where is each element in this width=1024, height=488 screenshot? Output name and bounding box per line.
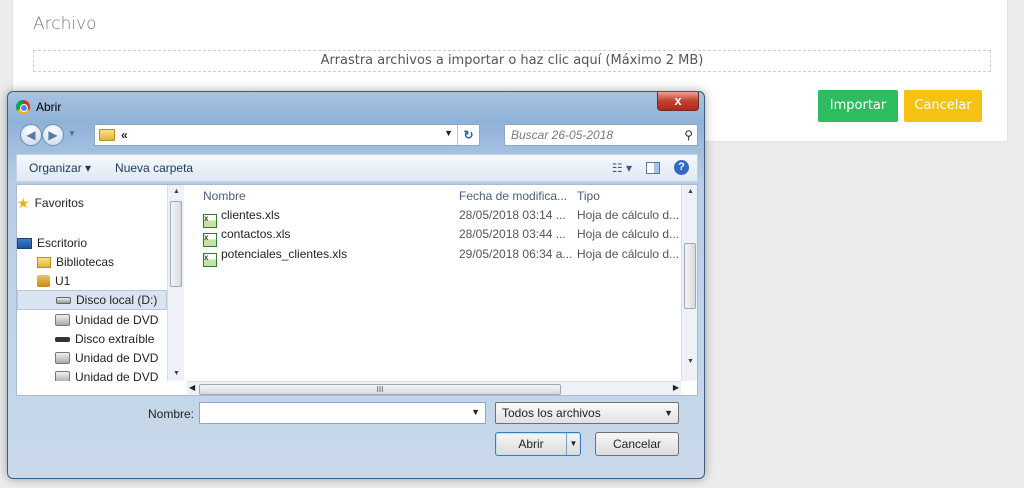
scrollbar-thumb[interactable] — [170, 201, 182, 287]
open-options-dropdown-icon[interactable]: ▼ — [566, 433, 580, 455]
dvd-icon — [55, 352, 70, 364]
dialog-close-button[interactable]: x — [657, 92, 699, 111]
nav-item-dvd-3[interactable]: Unidad de DVD — [55, 367, 167, 381]
excel-file-icon: x — [203, 253, 217, 267]
nav-item-label: Bibliotecas — [56, 255, 115, 269]
removable-drive-icon — [55, 336, 70, 342]
nav-item-dvd-1[interactable]: Unidad de DVD — [55, 310, 167, 330]
import-button[interactable]: Importar — [818, 90, 898, 122]
dialog-title: Abrir — [36, 100, 62, 114]
nav-item-favoritos[interactable]: ★ Favoritos — [17, 193, 167, 213]
excel-file-icon: x — [203, 233, 217, 247]
column-header-type[interactable]: Tipo — [577, 189, 600, 203]
dvd-icon — [55, 314, 70, 326]
cancel-button[interactable]: Cancelar — [904, 90, 982, 122]
nav-item-disco-local[interactable]: Disco local (D:) — [17, 290, 167, 310]
nav-item-label: Disco local (D:) — [76, 293, 158, 307]
nav-item-label: U1 — [55, 274, 71, 288]
file-name: potenciales_clientes.xls — [221, 247, 348, 261]
scroll-down-icon[interactable]: ▼ — [682, 355, 697, 369]
file-date: 28/05/2018 03:44 ... — [459, 227, 566, 241]
file-row[interactable]: x potenciales_clientes.xls 29/05/2018 06:… — [187, 246, 680, 267]
scrollbar-thumb[interactable]: III — [199, 384, 561, 395]
file-list-horizontal-scrollbar[interactable]: ◀ III ▶ — [187, 381, 681, 395]
open-file-dialog: Abrir x ◀ ▶ ▼ « ▼ ↻ Buscar 26-05-2018 ⚲ … — [7, 91, 705, 479]
filename-dropdown-icon[interactable]: ▼ — [471, 407, 480, 417]
scroll-up-icon[interactable]: ▲ — [682, 185, 697, 199]
scroll-down-icon[interactable]: ▼ — [168, 367, 185, 381]
user-icon — [37, 275, 50, 287]
search-placeholder: Buscar 26-05-2018 — [511, 128, 614, 142]
star-icon: ★ — [17, 194, 30, 211]
organize-menu[interactable]: Organizar ▾ — [17, 161, 103, 175]
preview-pane-icon[interactable] — [646, 161, 660, 174]
file-list: Nombre Fecha de modifica... Tipo x client… — [187, 185, 679, 381]
dialog-titlebar: Abrir — [16, 98, 61, 116]
file-dropzone[interactable]: Arrastra archivos a importar o haz clic … — [33, 50, 991, 72]
filetype-select[interactable]: Todos los archivos ▼ — [495, 402, 679, 424]
nav-item-disco-extraible[interactable]: Disco extraíble — [55, 329, 167, 349]
navigation-bar: ◀ ▶ ▼ « ▼ ↻ Buscar 26-05-2018 ⚲ — [16, 122, 698, 148]
nav-item-u1[interactable]: U1 — [37, 271, 167, 291]
filetype-dropdown-icon: ▼ — [664, 408, 673, 418]
file-name: clientes.xls — [221, 208, 280, 222]
library-icon — [37, 256, 51, 268]
scrollbar-thumb[interactable] — [684, 243, 696, 309]
nav-item-label: Disco extraíble — [75, 332, 155, 346]
navigation-pane: ★ Favoritos Escritorio Bibliotecas U1 Di… — [17, 185, 173, 381]
nav-item-label: Unidad de DVD — [75, 313, 159, 327]
navigation-scrollbar[interactable]: ▲ ▼ — [167, 185, 184, 381]
open-button-label: Abrir — [518, 437, 544, 451]
file-row[interactable]: x contactos.xls 28/05/2018 03:44 ... Hoja… — [187, 226, 680, 247]
column-header-name[interactable]: Nombre — [203, 189, 246, 203]
file-date: 28/05/2018 03:14 ... — [459, 208, 566, 222]
filetype-value: Todos los archivos — [502, 406, 601, 420]
history-buttons: ◀ ▶ ▼ — [20, 124, 86, 146]
file-row[interactable]: x clientes.xls 28/05/2018 03:14 ... Hoja … — [187, 207, 680, 228]
chrome-icon — [16, 100, 30, 114]
recent-locations-dropdown-icon[interactable]: ▼ — [68, 129, 76, 138]
filename-label: Nombre: — [148, 407, 195, 421]
forward-button[interactable]: ▶ — [42, 124, 64, 146]
open-button[interactable]: Abrir ▼ — [495, 432, 581, 456]
folder-icon — [99, 129, 115, 141]
desktop-icon — [17, 237, 32, 249]
help-icon[interactable]: ? — [674, 160, 689, 175]
view-options-icon[interactable]: ☷ ▾ — [612, 161, 632, 175]
dvd-icon — [55, 371, 70, 381]
search-input[interactable]: Buscar 26-05-2018 ⚲ — [504, 124, 698, 146]
scroll-left-icon[interactable]: ◀ — [189, 383, 195, 392]
address-bar[interactable]: « ▼ ↻ — [94, 124, 480, 146]
nav-item-dvd-2[interactable]: Unidad de DVD — [55, 348, 167, 368]
file-type: Hoja de cálculo d... — [577, 208, 680, 222]
address-dropdown-icon[interactable]: ▼ — [444, 128, 453, 138]
filename-input[interactable]: ▼ — [199, 402, 486, 424]
scroll-right-icon[interactable]: ▶ — [673, 383, 679, 392]
file-type: Hoja de cálculo d... — [577, 247, 680, 261]
address-text: « — [121, 128, 128, 142]
nav-item-label: Escritorio — [37, 236, 88, 250]
file-list-vertical-scrollbar[interactable]: ▲ ▼ — [681, 185, 697, 381]
nav-item-label: Unidad de DVD — [75, 351, 159, 365]
nav-item-label: Favoritos — [34, 196, 84, 210]
dialog-body: ★ Favoritos Escritorio Bibliotecas U1 Di… — [16, 184, 698, 396]
drive-icon — [56, 296, 71, 304]
nav-item-label: Unidad de DVD — [75, 370, 159, 381]
scroll-up-icon[interactable]: ▲ — [168, 185, 185, 199]
nav-item-bibliotecas[interactable]: Bibliotecas — [37, 252, 167, 272]
dialog-cancel-button[interactable]: Cancelar — [595, 432, 679, 456]
file-date: 29/05/2018 06:34 a... — [459, 247, 573, 261]
nav-item-escritorio[interactable]: Escritorio — [17, 233, 167, 253]
column-header-date[interactable]: Fecha de modifica... — [459, 189, 567, 203]
new-folder-button[interactable]: Nueva carpeta — [103, 161, 205, 175]
file-name: contactos.xls — [221, 227, 291, 241]
file-type: Hoja de cálculo d... — [577, 227, 680, 241]
refresh-icon[interactable]: ↻ — [457, 125, 479, 145]
search-icon[interactable]: ⚲ — [684, 125, 693, 145]
back-button[interactable]: ◀ — [20, 124, 42, 146]
card-title: Archivo — [33, 14, 97, 34]
dialog-toolbar: Organizar ▾ Nueva carpeta ☷ ▾ ? — [16, 154, 698, 182]
